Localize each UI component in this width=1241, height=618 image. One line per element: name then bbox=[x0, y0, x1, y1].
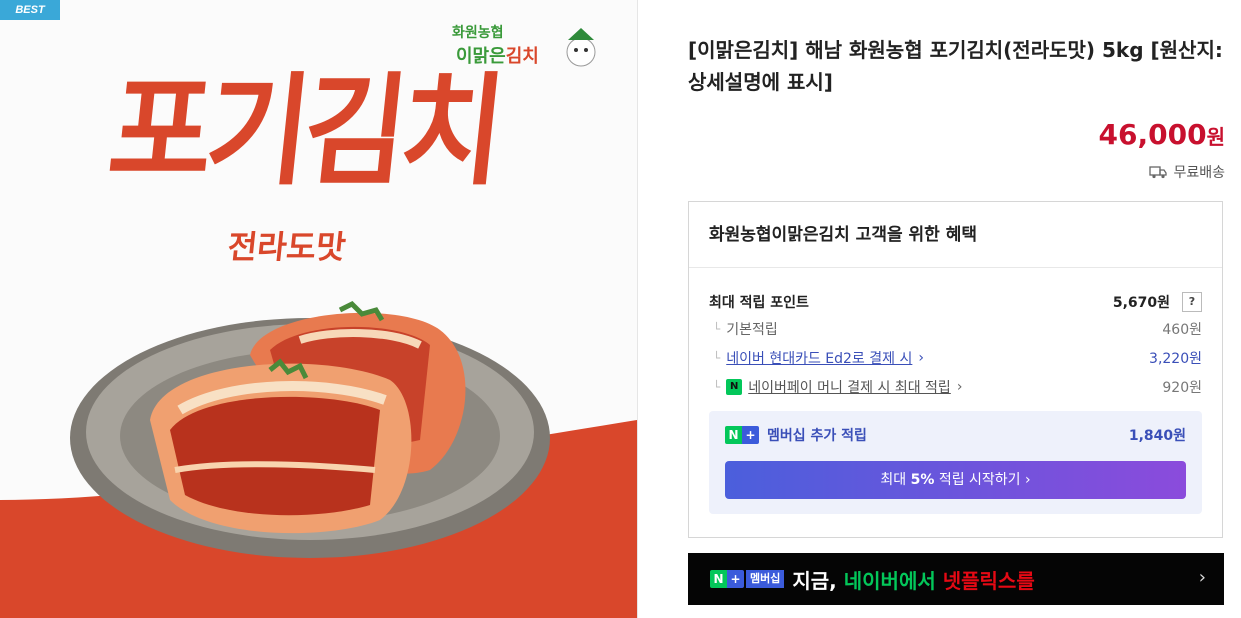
price-number: 46,000 bbox=[1098, 118, 1207, 151]
start-membership-button[interactable]: 최대 5% 적립 시작하기 › bbox=[725, 461, 1186, 499]
card-points-value: 3,220원 bbox=[1149, 351, 1202, 367]
start-button-percent: 5% bbox=[910, 472, 935, 488]
plus-icon: + bbox=[742, 426, 759, 444]
card-points-link[interactable]: 네이버 현대카드 Ed2로 결제 시 bbox=[726, 348, 912, 368]
npay-points-row[interactable]: └ N 네이버페이 머니 결제 시 최대 적립 › 920원 bbox=[709, 377, 1202, 397]
tree-branch-icon: └ bbox=[713, 351, 721, 365]
product-title: [이맑은김치] 해남 화원농협 포기김치(전라도맛) 5kg [원산지:상세설명… bbox=[688, 38, 1223, 94]
chevron-right-icon[interactable]: › bbox=[957, 379, 963, 395]
shipping-label: 무료배송 bbox=[1173, 165, 1225, 181]
membership-row: N + 멤버십 추가 적립 1,840원 bbox=[725, 425, 1186, 445]
truck-icon bbox=[1149, 166, 1168, 179]
max-points-value: 5,670원 bbox=[1112, 295, 1170, 311]
banner-text-b: 네이버에서 bbox=[843, 568, 943, 593]
help-icon[interactable]: ? bbox=[1182, 292, 1202, 312]
benefit-box: 화원농협이맑은김치 고객을 위한 혜택 최대 적립 포인트 5,670원 ? └… bbox=[688, 201, 1223, 538]
max-points-row: 최대 적립 포인트 5,670원 ? bbox=[709, 292, 1202, 312]
start-button-prefix: 최대 bbox=[880, 472, 911, 488]
membership-tag: 멤버십 bbox=[746, 570, 785, 588]
naver-n-icon: N bbox=[710, 570, 727, 588]
naver-plus-icon: N + bbox=[725, 426, 759, 444]
product-image[interactable]: BEST 화원농협 이맑은김치 포기김치 전라도맛 bbox=[0, 0, 638, 618]
chevron-right-icon[interactable]: › bbox=[918, 350, 924, 366]
naver-n-icon: N bbox=[725, 426, 742, 444]
chevron-right-icon[interactable]: › bbox=[1199, 567, 1206, 588]
brand-name-top: 화원농협 bbox=[452, 25, 504, 41]
membership-label: 멤버십 추가 적립 bbox=[767, 428, 867, 444]
banner-text: 지금, 네이버에서 넷플릭스를 bbox=[792, 565, 1034, 594]
price: 46,000원 bbox=[1099, 118, 1225, 151]
npay-points-link[interactable]: 네이버페이 머니 결제 시 최대 적립 bbox=[748, 377, 951, 397]
max-points-value-wrap: 5,670원 ? bbox=[1113, 292, 1202, 312]
mascot-icon bbox=[566, 28, 596, 67]
naver-plus-icon: N + bbox=[710, 570, 744, 588]
tree-branch-icon: └ bbox=[713, 322, 721, 336]
calligraphy-subtitle: 전라도맛 bbox=[225, 228, 348, 266]
plus-icon: + bbox=[727, 570, 744, 588]
brand-name-bottom-b: 김치 bbox=[505, 46, 539, 67]
npay-points-value: 920원 bbox=[1162, 380, 1202, 396]
banner-text-c: 넷플릭스를 bbox=[942, 568, 1035, 593]
benefit-heading: 화원농협이맑은김치 고객을 위한 혜택 bbox=[689, 202, 1222, 268]
card-points-row[interactable]: └ 네이버 현대카드 Ed2로 결제 시 › 3,220원 bbox=[709, 348, 1202, 368]
max-points-label: 최대 적립 포인트 bbox=[709, 295, 809, 311]
basic-points-value: 460원 bbox=[1162, 322, 1202, 338]
banner-text-a: 지금, bbox=[792, 568, 844, 593]
chevron-right-icon: › bbox=[1025, 472, 1031, 488]
basic-points-label: 기본적립 bbox=[726, 322, 778, 338]
tree-branch-icon: └ bbox=[713, 380, 721, 394]
best-badge: BEST bbox=[0, 0, 60, 20]
price-unit: 원 bbox=[1206, 125, 1225, 149]
basic-points-row: └ 기본적립 460원 bbox=[709, 319, 1202, 339]
start-button-suffix: 적립 시작하기 bbox=[934, 472, 1021, 488]
npay-icon: N bbox=[726, 379, 743, 395]
membership-box: N + 멤버십 추가 적립 1,840원 최대 5% 적립 시작하기 › bbox=[709, 411, 1202, 514]
calligraphy-title: 포기김치 bbox=[102, 60, 506, 203]
shipping-info: 무료배송 bbox=[1149, 162, 1225, 182]
netflix-membership-banner[interactable]: N + 멤버십 지금, 네이버에서 넷플릭스를 › bbox=[688, 553, 1224, 605]
membership-value: 1,840원 bbox=[1128, 428, 1186, 444]
